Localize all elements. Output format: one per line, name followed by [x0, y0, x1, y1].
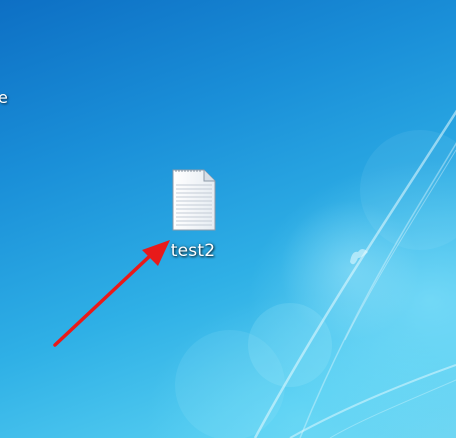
partial-icon-label: e	[0, 88, 8, 107]
text-document-icon	[172, 169, 216, 231]
desktop[interactable]: e test2	[0, 0, 456, 438]
desktop-icon-label: test2	[170, 241, 216, 261]
desktop-icon-test2[interactable]: test2	[148, 166, 238, 261]
